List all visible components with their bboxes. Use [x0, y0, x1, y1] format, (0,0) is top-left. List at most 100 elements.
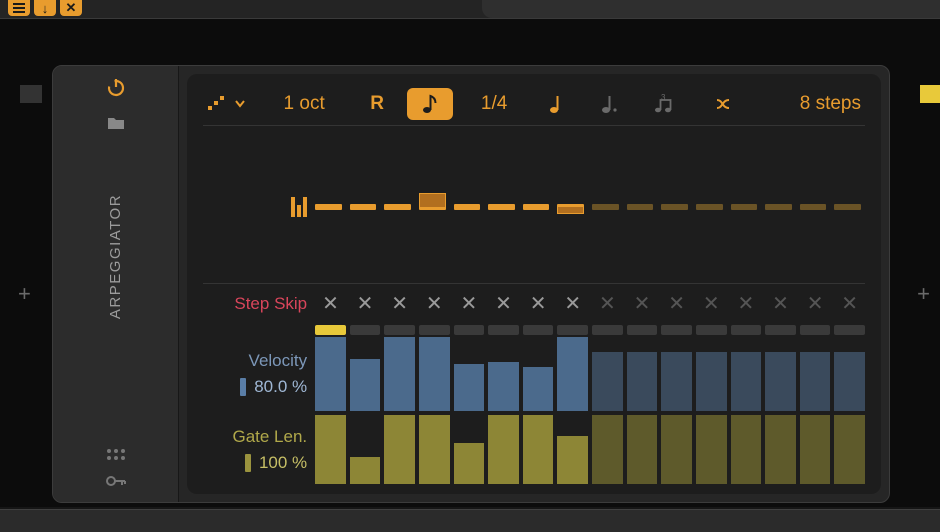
gate-step[interactable] [834, 415, 865, 484]
step-skip-toggle[interactable]: ✕ [488, 291, 519, 316]
velocity-step[interactable] [696, 337, 727, 411]
step-skip-toggle[interactable]: ✕ [419, 291, 450, 316]
velocity-step[interactable] [627, 337, 658, 411]
velocity-step[interactable] [731, 337, 762, 411]
arpeggiator-device: ARPEGGIATOR [52, 65, 890, 503]
velocity-step[interactable] [384, 337, 415, 411]
step-skip-toggle[interactable]: ✕ [696, 291, 727, 316]
step-skip-label: Step Skip [234, 294, 307, 314]
step-skip-toggle[interactable]: ✕ [800, 291, 831, 316]
step-skip-toggle[interactable]: ✕ [592, 291, 623, 316]
velocity-step[interactable] [454, 337, 485, 411]
velocity-step[interactable] [419, 337, 450, 411]
retrigger-toggle[interactable]: R [359, 87, 395, 121]
velocity-step[interactable] [765, 337, 796, 411]
step-skip-toggle[interactable]: ✕ [731, 291, 762, 316]
pattern-mode-menu[interactable] [203, 87, 249, 121]
gate-label: Gate Len. [232, 427, 307, 447]
step-skip-toggle[interactable]: ✕ [384, 291, 415, 316]
playhead-step [523, 325, 554, 335]
shuffle-icon[interactable] [705, 87, 747, 121]
step-skip-toggle[interactable]: ✕ [454, 291, 485, 316]
note-mode-button[interactable] [407, 88, 453, 120]
pitch-step[interactable] [592, 130, 623, 283]
velocity-value[interactable]: 80.0 % [254, 377, 307, 397]
gate-step[interactable] [557, 415, 588, 484]
gate-step[interactable] [454, 415, 485, 484]
device-title: ARPEGGIATOR [107, 194, 124, 319]
step-skip-toggle[interactable]: ✕ [661, 291, 692, 316]
pitch-step[interactable] [800, 130, 831, 283]
drag-handle-icon[interactable] [107, 449, 125, 460]
pitch-step[interactable] [834, 130, 865, 283]
pitch-step[interactable] [350, 130, 381, 283]
playhead-step [834, 325, 865, 335]
step-skip-lane: Step Skip ✕✕✕✕✕✕✕✕✕✕✕✕✕✕✕✕ [203, 284, 865, 323]
velocity-step[interactable] [523, 337, 554, 411]
velocity-indicator-icon [240, 378, 246, 396]
velocity-step[interactable] [800, 337, 831, 411]
velocity-step[interactable] [488, 337, 519, 411]
velocity-step[interactable] [557, 337, 588, 411]
velocity-step[interactable] [315, 337, 346, 411]
gate-step[interactable] [800, 415, 831, 484]
pitch-step[interactable] [731, 130, 762, 283]
add-device-before-button[interactable]: + [18, 281, 31, 307]
gate-indicator-icon [245, 454, 251, 472]
toolbar-down-icon[interactable]: ↓ [34, 0, 56, 16]
pitch-step[interactable] [661, 130, 692, 283]
playhead-step [661, 325, 692, 335]
step-skip-toggle[interactable]: ✕ [834, 291, 865, 316]
velocity-step[interactable] [350, 337, 381, 411]
gate-step[interactable] [488, 415, 519, 484]
pitch-step[interactable] [765, 130, 796, 283]
add-device-after-button[interactable]: + [917, 281, 930, 307]
toolbar-close-icon[interactable]: ✕ [60, 0, 82, 16]
chain-marker-left [20, 85, 42, 103]
device-chain-tab[interactable] [482, 0, 940, 18]
power-icon[interactable] [105, 76, 127, 98]
pitch-step[interactable] [696, 130, 727, 283]
pitch-step[interactable] [488, 130, 519, 283]
gate-step[interactable] [419, 415, 450, 484]
pitch-step[interactable] [557, 130, 588, 283]
pitch-step[interactable] [384, 130, 415, 283]
gate-step[interactable] [765, 415, 796, 484]
velocity-label: Velocity [249, 351, 308, 371]
gate-step[interactable] [592, 415, 623, 484]
velocity-step[interactable] [592, 337, 623, 411]
gate-step[interactable] [315, 415, 346, 484]
step-skip-toggle[interactable]: ✕ [350, 291, 381, 316]
step-skip-toggle[interactable]: ✕ [557, 291, 588, 316]
gate-step[interactable] [627, 415, 658, 484]
straight-note-icon[interactable] [535, 87, 577, 121]
gate-step[interactable] [661, 415, 692, 484]
pitch-step[interactable] [454, 130, 485, 283]
gate-step[interactable] [696, 415, 727, 484]
pitch-step[interactable] [419, 130, 450, 283]
dotted-note-icon[interactable] [589, 87, 631, 121]
step-count-value[interactable]: 8 steps [796, 87, 865, 121]
gate-step[interactable] [523, 415, 554, 484]
step-skip-toggle[interactable]: ✕ [627, 291, 658, 316]
pitch-step[interactable] [315, 130, 346, 283]
velocity-step[interactable] [661, 337, 692, 411]
preset-folder-icon[interactable] [105, 112, 127, 134]
gate-step[interactable] [350, 415, 381, 484]
pitch-step[interactable] [627, 130, 658, 283]
gate-step[interactable] [731, 415, 762, 484]
pitch-step[interactable] [523, 130, 554, 283]
step-skip-toggle[interactable]: ✕ [523, 291, 554, 316]
triplet-note-icon[interactable]: 3 [643, 87, 685, 121]
octave-range-value[interactable]: 1 oct [261, 87, 347, 121]
toolbar-list-icon[interactable] [8, 0, 30, 16]
key-icon[interactable] [106, 474, 126, 490]
velocity-step[interactable] [834, 337, 865, 411]
step-skip-toggle[interactable]: ✕ [315, 291, 346, 316]
playhead-step [315, 325, 346, 335]
gate-step[interactable] [384, 415, 415, 484]
playhead-step [488, 325, 519, 335]
gate-value[interactable]: 100 % [259, 453, 307, 473]
step-skip-toggle[interactable]: ✕ [765, 291, 796, 316]
rate-division-value[interactable]: 1/4 [465, 87, 523, 121]
